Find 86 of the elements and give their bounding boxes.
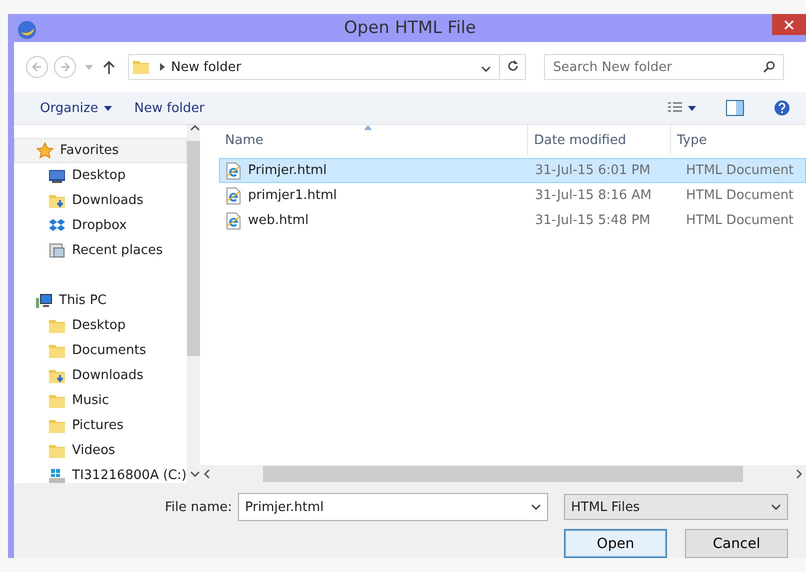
horizontal-scrollbar[interactable] — [200, 465, 806, 483]
chevron-left-icon — [204, 469, 210, 479]
chevron-down-icon — [771, 504, 781, 510]
vertical-scrollbar[interactable] — [186, 125, 200, 483]
file-row[interactable]: web.html 31-Jul-15 5:48 PM HTML Document — [219, 208, 806, 233]
type-cell-text: HTML Document — [685, 163, 794, 178]
sort-arrow-icon — [364, 125, 372, 130]
file-type-dropdown[interactable]: HTML Files — [564, 494, 788, 520]
file-name-field[interactable]: Primjer.html — [238, 493, 548, 521]
file-name-label: File name: — [164, 500, 232, 514]
folder-icon — [48, 342, 66, 359]
back-button[interactable] — [26, 56, 48, 78]
navigation-item[interactable]: Music — [14, 388, 187, 413]
view-list-icon — [668, 102, 682, 114]
folder-icon — [132, 58, 150, 76]
folder-icon — [48, 442, 66, 459]
forward-icon — [59, 61, 71, 73]
navigation-item[interactable]: Videos — [14, 438, 187, 463]
column-header[interactable]: Date modified — [528, 125, 671, 155]
column-header[interactable]: Type — [671, 125, 801, 155]
type-cell-text: HTML Document — [685, 188, 794, 203]
drive-icon — [48, 467, 66, 483]
forward-button[interactable] — [54, 56, 76, 78]
caret-icon — [104, 106, 112, 110]
navigation-item[interactable]: Favorites — [14, 138, 187, 163]
file-name: Primjer.html — [248, 163, 327, 178]
file-row[interactable]: primjer1.html 31-Jul-15 8:16 AM HTML Document — [219, 183, 806, 208]
open-button[interactable]: Open — [564, 529, 667, 558]
help-icon — [774, 100, 790, 116]
file-name-value: Primjer.html — [245, 500, 324, 514]
column-header[interactable]: Name — [200, 125, 528, 155]
download-folder-icon — [48, 367, 66, 384]
chevron-down-icon — [190, 471, 200, 477]
address-path: New folder — [170, 60, 242, 74]
window-title: Open HTML File — [344, 18, 476, 38]
file-name: primjer1.html — [248, 188, 337, 203]
navigation-item[interactable]: Documents — [14, 338, 187, 363]
navigation-item[interactable]: TI31216800A (C:) — [14, 463, 187, 483]
dropbox-icon — [48, 217, 66, 234]
chevron-right-icon — [796, 469, 802, 479]
organize-menu-button[interactable]: Organize — [34, 96, 118, 120]
navigation-item[interactable]: Pictures — [14, 413, 187, 438]
close-icon — [784, 20, 794, 30]
navigation-item[interactable]: Dropbox — [14, 213, 187, 238]
scrollbar-thumb[interactable] — [263, 466, 743, 482]
folder-icon — [48, 417, 66, 434]
up-arrow-icon — [103, 60, 115, 74]
refresh-icon — [506, 60, 518, 72]
caret-icon — [85, 64, 93, 70]
date-cell-text: 31-Jul-15 6:01 PM — [534, 163, 652, 178]
navigation-item[interactable]: Desktop — [14, 313, 187, 338]
file-name: web.html — [248, 213, 309, 228]
search-field[interactable]: Search New folder — [544, 54, 784, 80]
date-cell-text: 31-Jul-15 8:16 AM — [534, 188, 652, 203]
html-file-icon — [224, 212, 242, 230]
navigation-item[interactable]: Recent places — [14, 238, 187, 263]
html-file-icon — [224, 186, 242, 204]
address-bar[interactable]: New folder — [128, 54, 526, 80]
navigation-item[interactable]: Downloads — [14, 188, 187, 213]
folder-icon — [48, 392, 66, 409]
monitor-icon — [48, 167, 66, 184]
date-cell-text: 31-Jul-15 5:48 PM — [534, 213, 652, 228]
preview-pane-icon — [726, 100, 744, 116]
cancel-button[interactable]: Cancel — [685, 529, 788, 558]
navigation-item[interactable]: Desktop — [14, 163, 187, 188]
computer-icon — [35, 292, 53, 309]
chevron-up-icon — [190, 125, 200, 131]
scrollbar-thumb[interactable] — [186, 141, 200, 356]
chevron-down-icon — [481, 66, 491, 72]
download-folder-icon — [48, 192, 66, 209]
close-button[interactable] — [772, 14, 806, 35]
navigation-item[interactable]: Downloads — [14, 363, 187, 388]
navigation-item[interactable]: This PC — [14, 288, 187, 313]
app-logo-icon — [17, 20, 37, 40]
chevron-right-icon — [160, 63, 165, 71]
new-folder-button[interactable]: New folder — [128, 96, 210, 120]
recent-places-icon — [48, 242, 66, 259]
chevron-down-icon — [531, 504, 541, 510]
folder-icon — [48, 317, 66, 334]
type-cell-text: HTML Document — [685, 213, 794, 228]
caret-icon — [688, 106, 696, 110]
html-file-icon — [224, 162, 242, 180]
star-icon — [36, 142, 54, 159]
back-icon — [31, 61, 43, 73]
file-row[interactable]: Primjer.html 31-Jul-15 6:01 PM HTML Document — [219, 158, 806, 183]
search-icon — [763, 61, 775, 73]
